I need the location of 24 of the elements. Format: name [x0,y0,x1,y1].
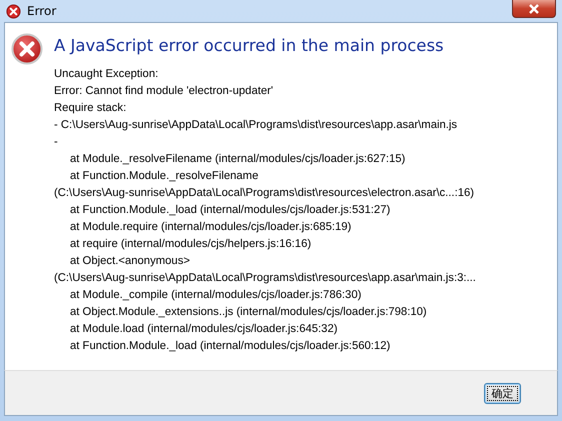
error-icon [6,4,21,18]
stack-trace-line: - C:\Users\Aug-sunrise\AppData\Local\Programs\dist\resources\app.asar\main.js [54,118,458,133]
stack-trace-line: at require (internal/modules/cjs/helpers.js:16:16) [69,237,312,252]
stack-trace-line: (C:\Users\Aug-sunrise\AppData\Local\Programs\dist\resources\electron.asar\c...:16) [54,186,476,201]
stack-trace-line: - [54,135,59,150]
error-icon [11,33,43,65]
error-heading: A JavaScript error occurred in the main process [54,36,445,55]
stack-trace-line: at Function.Module._resolveFilename [69,169,260,184]
stack-trace-line: at Module.load (internal/modules/cjs/loader.js:645:32) [69,322,339,337]
stack-trace-line: at Module._resolveFilename (internal/modules/cjs/loader.js:627:15) [69,152,406,167]
stack-trace-line: (C:\Users\Aug-sunrise\AppData\Local\Programs\dist\resources\app.asar\main.js:3:... [54,271,476,286]
ok-button[interactable]: 确定 [484,382,521,404]
stack-trace-line: Require stack: [54,101,128,116]
close-button[interactable] [512,0,556,18]
stack-trace-line: Error: Cannot find module 'electron-updater' [54,84,274,99]
stack-trace-line: at Module.require (internal/modules/cjs/loader.js:685:19) [69,220,352,235]
stack-trace-line: at Object.Module._extensions..js (internal/modules/cjs/loader.js:798:10) [69,305,428,320]
stack-trace-line: at Module._compile (internal/modules/cjs/loader.js:786:30) [69,288,362,303]
window-title: Error [27,4,58,18]
stack-trace-line: Uncaught Exception: [54,67,160,82]
stack-trace-line: at Object.<anonymous> [69,254,191,269]
stack-trace-line: at Function.Module._load (internal/modules/cjs/loader.js:531:27) [69,203,392,218]
close-icon [528,4,540,14]
stack-trace-line: at Function.Module._load (internal/modules/cjs/loader.js:560:12) [69,339,392,354]
